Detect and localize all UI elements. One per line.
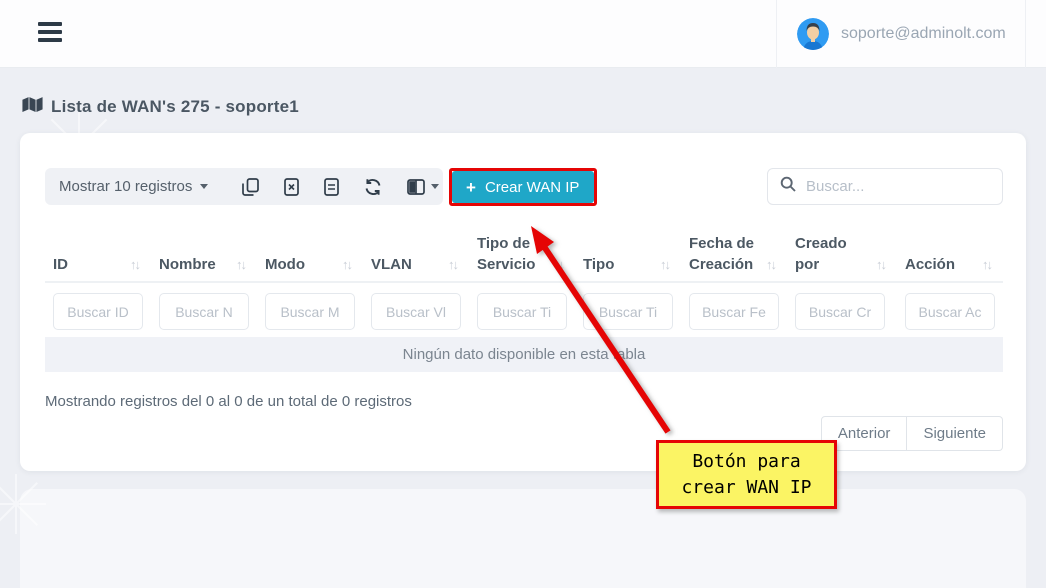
column-header-fecha-creacion[interactable]: Fecha de Creación↑↓	[681, 233, 787, 275]
filter-cell	[257, 293, 363, 330]
table-filter-row	[45, 293, 1003, 330]
top-navbar: soporte@adminolt.com	[0, 0, 1046, 68]
filter-input-vlan[interactable]	[371, 293, 461, 330]
filter-input-tipo-servicio[interactable]	[477, 293, 567, 330]
column-label: Fecha de Creación	[689, 233, 762, 275]
column-label: VLAN	[371, 254, 412, 275]
map-icon	[22, 96, 43, 118]
wan-list-card: Mostrar 10 registros	[20, 133, 1026, 471]
table-search	[767, 168, 1003, 205]
sort-icon: ↑↓	[656, 254, 669, 275]
create-wan-ip-button[interactable]: + Crear WAN IP	[452, 171, 594, 203]
user-menu[interactable]: soporte@adminolt.com	[776, 0, 1026, 68]
sort-icon: ↑↓	[444, 254, 457, 275]
sort-icon: ↑↓	[872, 254, 885, 275]
filter-input-tipo[interactable]	[583, 293, 673, 330]
page-title-text: Lista de WAN's 275 - soporte1	[51, 97, 299, 117]
menu-toggle-icon[interactable]	[38, 22, 64, 46]
sort-icon: ↑↓	[978, 254, 991, 275]
filter-input-id[interactable]	[53, 293, 143, 330]
filter-cell	[787, 293, 897, 330]
plus-icon: +	[466, 179, 476, 196]
column-header-nombre[interactable]: Nombre ↑↓	[151, 254, 257, 275]
annotation-highlight-frame: + Crear WAN IP	[449, 168, 597, 206]
annotation-tooltip-line2: crear WAN IP	[681, 475, 811, 500]
page-title: Lista de WAN's 275 - soporte1	[22, 96, 299, 118]
pagination: Anterior Siguiente	[821, 416, 1003, 451]
sort-icon: ↑↓	[338, 254, 351, 275]
filter-cell	[681, 293, 787, 330]
column-label: Creado por	[795, 233, 872, 275]
filter-input-modo[interactable]	[265, 293, 355, 330]
filter-cell	[469, 293, 575, 330]
column-header-vlan[interactable]: VLAN ↑↓	[363, 254, 469, 275]
column-header-id[interactable]: ID ↑↓	[45, 254, 151, 275]
filter-cell	[45, 293, 151, 330]
annotation-tooltip-line1: Botón para	[692, 449, 800, 474]
filter-cell	[897, 293, 1003, 330]
filter-input-nombre[interactable]	[159, 293, 249, 330]
column-label: Nombre	[159, 254, 216, 275]
column-header-accion[interactable]: Acción ↑↓	[897, 254, 1003, 275]
column-header-creado-por[interactable]: Creado por↑↓	[787, 233, 897, 275]
file-export-icon[interactable]	[324, 178, 339, 196]
filter-cell	[575, 293, 681, 330]
filter-input-creado-por[interactable]	[795, 293, 885, 330]
column-label: Modo	[265, 254, 305, 275]
column-label: Acción	[905, 254, 955, 275]
entries-per-page-dropdown[interactable]: Mostrar 10 registros	[59, 178, 208, 195]
lower-panel	[20, 489, 1026, 588]
table-header-row: ID↑↓Nombre↑↓Modo↑↓VLAN↑↓Tipo de Servicio…	[45, 225, 1003, 283]
table-info-text: Mostrando registros del 0 al 0 de un tot…	[45, 393, 412, 410]
sort-icon: ↑↓	[126, 254, 139, 275]
column-label: Tipo	[583, 254, 614, 275]
column-visibility-icon[interactable]	[407, 179, 439, 195]
column-header-tipo-servicio[interactable]: Tipo de Servicio↑↓	[469, 233, 575, 275]
excel-export-icon[interactable]	[284, 178, 299, 196]
filter-cell	[151, 293, 257, 330]
chevron-down-icon	[200, 184, 208, 189]
page-body: Lista de WAN's 275 - soporte1 Mostrar 10…	[0, 68, 1046, 588]
filter-input-accion[interactable]	[905, 293, 995, 330]
column-label: Tipo de Servicio	[477, 233, 550, 275]
filter-input-fecha-creacion[interactable]	[689, 293, 779, 330]
annotation-tooltip: Botón para crear WAN IP	[656, 440, 837, 509]
column-label: ID	[53, 254, 68, 275]
table-toolbar: Mostrar 10 registros	[45, 168, 443, 205]
column-header-modo[interactable]: Modo ↑↓	[257, 254, 363, 275]
sort-icon: ↑↓	[232, 254, 245, 275]
copy-icon[interactable]	[242, 178, 259, 196]
user-avatar-icon	[797, 18, 829, 50]
search-input[interactable]	[806, 178, 1005, 195]
empty-table-message: Ningún dato disponible en esta tabla	[45, 337, 1003, 372]
chevron-down-icon	[431, 184, 439, 189]
sort-icon: ↑↓	[550, 254, 563, 275]
column-header-tipo[interactable]: Tipo ↑↓	[575, 254, 681, 275]
search-icon	[780, 176, 796, 197]
refresh-icon[interactable]	[364, 178, 382, 196]
next-page-button[interactable]: Siguiente	[907, 416, 1003, 451]
filter-cell	[363, 293, 469, 330]
user-email: soporte@adminolt.com	[841, 25, 1006, 43]
sort-icon: ↑↓	[762, 254, 775, 275]
